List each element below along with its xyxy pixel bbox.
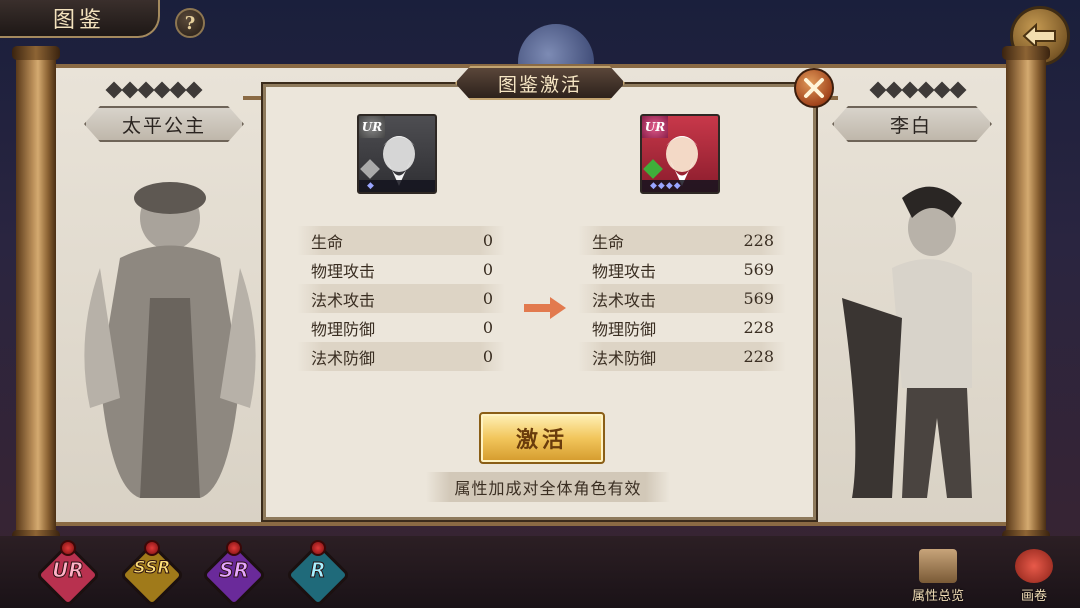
character-name-plate: 李白 <box>832 106 992 142</box>
rarity-tab-r[interactable]: R <box>285 540 351 608</box>
attribute-overview-button[interactable]: 属性总览 <box>905 548 971 604</box>
stat-row: 物理防御 228 <box>592 318 774 339</box>
rarity-tab-ssr[interactable]: SSR <box>119 540 185 608</box>
stat-row: 法术攻击 569 <box>578 284 786 313</box>
stat-row: 法术防御 0 <box>297 342 505 371</box>
dialog-title: 图鉴激活 <box>455 66 625 100</box>
character-card-left[interactable]: 太平公主 <box>60 78 275 518</box>
rarity-tab-sr[interactable]: SR <box>201 540 267 608</box>
stat-row: 法术防御 228 <box>578 342 786 371</box>
rarity-tab-ur[interactable]: UR <box>35 540 101 608</box>
scroll-rod-left <box>12 46 60 544</box>
stat-row: 生命 0 <box>297 226 505 255</box>
right-arrow-icon <box>524 297 566 319</box>
stats-before: 生命 0 物理攻击 0 法术攻击 0 物理防御 0 法术防御 0 <box>297 226 505 371</box>
rarity-label: UR <box>52 558 85 583</box>
character-name: 李白 <box>890 114 933 137</box>
stat-row: 物理防御 0 <box>311 318 493 339</box>
portrait-before: UR ◆ <box>357 114 437 194</box>
notification-dot <box>310 540 326 556</box>
scroll-icon <box>1015 549 1053 583</box>
character-name: 太平公主 <box>121 114 206 137</box>
stat-row: 生命 228 <box>578 226 786 255</box>
page-title: 图鉴 <box>52 8 105 33</box>
dialog-title-text: 图鉴激活 <box>497 73 582 96</box>
rank-badge: UR <box>642 116 668 138</box>
character-name-plate: 太平公主 <box>84 106 244 142</box>
close-icon <box>804 78 824 98</box>
notification-dot <box>144 540 160 556</box>
scroll-gallery-label: 画卷 <box>1020 589 1047 604</box>
close-button[interactable] <box>794 68 834 108</box>
page-title-tab: 图鉴 <box>0 0 160 38</box>
character-card-right[interactable]: 李白 <box>802 78 1002 518</box>
book-icon <box>919 549 957 583</box>
bonus-note: 属性加成对全体角色有效 <box>426 472 670 502</box>
stat-row: 物理攻击 0 <box>311 260 493 281</box>
rarity-label: SSR <box>133 558 171 579</box>
rank-badge: UR <box>359 116 385 138</box>
notification-dot <box>60 540 76 556</box>
help-button[interactable]: ? <box>175 8 205 38</box>
character-illustration <box>842 186 972 498</box>
attribute-overview-label: 属性总览 <box>911 589 964 604</box>
scroll-gallery-button[interactable]: 画卷 <box>1003 548 1065 604</box>
stat-row: 物理攻击 569 <box>592 260 774 281</box>
notification-dot <box>226 540 242 556</box>
activate-button[interactable]: 激活 <box>479 412 605 464</box>
stats-after: 生命 228 物理攻击 569 法术攻击 569 物理防御 228 法术防御 228 <box>578 226 786 371</box>
portrait-after: UR ◆◆◆◆ <box>640 114 720 194</box>
star-row: ◆◆◆◆ <box>642 180 718 192</box>
stat-row: 法术攻击 0 <box>297 284 505 313</box>
rarity-label: SR <box>219 558 250 583</box>
star-row: ◆ <box>359 180 435 192</box>
scroll-rod-right <box>1002 46 1050 544</box>
rarity-label: R <box>310 558 326 583</box>
character-illustration <box>84 182 256 498</box>
